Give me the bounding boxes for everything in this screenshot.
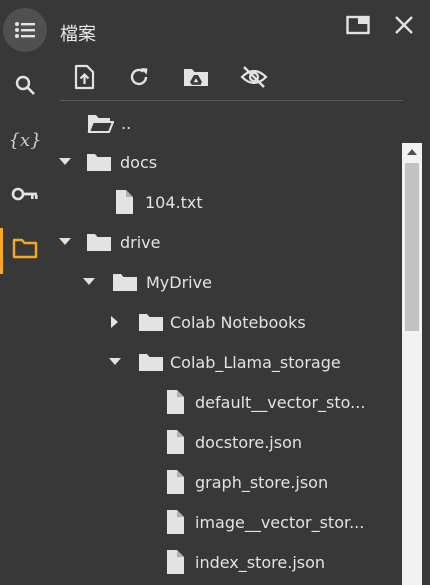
- tree-label: default__vector_sto...: [195, 392, 366, 412]
- refresh-button[interactable]: [124, 64, 154, 94]
- scrollbar[interactable]: [402, 143, 422, 585]
- chevron-right-icon[interactable]: [106, 313, 124, 331]
- table-of-contents-button[interactable]: [0, 8, 50, 52]
- close-icon: [393, 14, 415, 40]
- tree-label: Colab Notebooks: [170, 312, 306, 332]
- file-icon: [160, 508, 190, 536]
- file-icon: [160, 428, 190, 456]
- list-icon: [3, 8, 47, 52]
- tree-row-colab-notebooks[interactable]: Colab Notebooks: [106, 302, 306, 342]
- tree-row-file[interactable]: image__vector_stor...: [160, 502, 364, 542]
- tree-label: graph_store.json: [195, 472, 329, 492]
- chevron-down-icon[interactable]: [80, 273, 98, 291]
- file-toolbar: [60, 58, 403, 101]
- hide-icon: [239, 65, 269, 93]
- tree-label: image__vector_stor...: [195, 512, 365, 532]
- search-button[interactable]: [0, 67, 50, 107]
- tree-row-file[interactable]: docstore.json: [160, 422, 302, 462]
- parent-directory-label: ..: [121, 113, 132, 133]
- folder-icon: [110, 268, 140, 296]
- tree-row-mydrive[interactable]: MyDrive: [80, 262, 212, 302]
- folder-icon: [12, 237, 38, 263]
- chevron-down-icon[interactable]: [56, 233, 74, 251]
- folder-open-icon: [85, 109, 115, 137]
- refresh-icon: [127, 65, 151, 93]
- folder-icon: [136, 308, 166, 336]
- tree-row-drive[interactable]: drive: [56, 222, 161, 262]
- folder-icon: [84, 148, 114, 176]
- secrets-button[interactable]: [0, 176, 50, 216]
- tree-label: docstore.json: [195, 432, 303, 452]
- tree-row-file[interactable]: index_store.json: [160, 542, 325, 582]
- folder-icon: [84, 228, 114, 256]
- scroll-up-button[interactable]: [402, 143, 422, 161]
- tree-row-104-txt[interactable]: 104.txt: [109, 182, 203, 222]
- file-icon: [109, 188, 139, 216]
- file-icon: [160, 388, 190, 416]
- drive-folder-icon: [182, 66, 210, 92]
- folder-icon: [136, 348, 166, 376]
- chevron-down-icon[interactable]: [106, 353, 124, 371]
- tree-label: 104.txt: [145, 192, 203, 212]
- key-icon: [11, 186, 39, 206]
- chevron-down-icon[interactable]: [56, 153, 74, 171]
- variables-icon: {x}: [8, 129, 42, 151]
- tree-row-colab-llama-storage[interactable]: Colab_Llama_storage: [106, 342, 341, 382]
- files-button[interactable]: [0, 230, 50, 270]
- close-button[interactable]: [391, 14, 417, 40]
- window-icon: [346, 15, 370, 39]
- side-rail: {x}: [0, 0, 50, 585]
- panel-title: 檔案: [60, 24, 96, 45]
- upload-icon: [73, 64, 95, 94]
- toggle-hidden-button[interactable]: [239, 64, 269, 94]
- scrollbar-thumb[interactable]: [405, 163, 419, 331]
- upload-button[interactable]: [69, 64, 99, 94]
- tree-row-docs[interactable]: docs: [56, 142, 157, 182]
- mount-drive-button[interactable]: [181, 64, 211, 94]
- tree-row-file[interactable]: default__vector_sto...: [160, 382, 365, 422]
- tree-label: docs: [120, 152, 158, 172]
- file-icon: [160, 548, 190, 576]
- file-icon: [160, 468, 190, 496]
- parent-directory-row[interactable]: ..: [85, 103, 131, 143]
- tree-label: MyDrive: [146, 272, 212, 292]
- variables-button[interactable]: {x}: [0, 120, 50, 160]
- search-icon: [13, 73, 37, 101]
- tree-label: Colab_Llama_storage: [170, 352, 341, 372]
- tree-row-file[interactable]: graph_store.json: [160, 462, 328, 502]
- tree-label: drive: [120, 232, 161, 252]
- open-in-tab-button[interactable]: [345, 14, 371, 40]
- tree-label: index_store.json: [195, 552, 326, 572]
